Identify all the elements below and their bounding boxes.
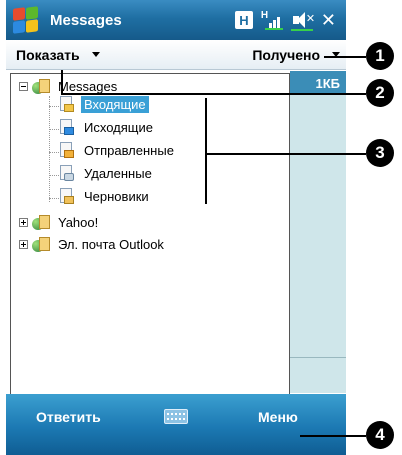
folder-sent[interactable]: Отправленные [59,142,177,159]
expand-icon[interactable] [19,240,28,249]
callout-line-2-vertical [61,70,63,94]
outbox-icon [59,119,75,136]
inbox-icon [59,96,75,113]
sent-items-icon [59,142,75,159]
sort-dropdown-label: Получено [252,46,320,63]
show-dropdown-label: Показать [16,46,80,63]
chevron-down-icon [91,52,100,57]
mail-account-icon [32,236,50,253]
device-screen: Messages H H ✕ ✕ Показать Получено 1КБ M… [6,0,346,455]
close-icon[interactable]: ✕ [321,11,336,29]
keyboard-icon[interactable] [164,409,188,424]
message-list[interactable]: 1КБ [290,71,346,393]
app-title: Messages [50,11,122,29]
folder-label: Удаленные [84,166,152,181]
connection-status-icon[interactable]: H [234,11,253,29]
tree-node-label: Эл. почта Outlook [58,237,164,252]
start-menu-icon[interactable] [12,6,40,34]
signal-strength-icon[interactable]: H [261,10,283,30]
title-bar: Messages H H ✕ ✕ [6,0,346,40]
toolbar: Показать Получено [6,40,346,70]
folder-outbox[interactable]: Исходящие [59,119,156,136]
callout-badge-4: 4 [366,421,394,449]
callout-line-1 [324,56,366,58]
folder-label: Исходящие [84,120,153,135]
folder-inbox[interactable]: Входящие [59,96,149,113]
callout-bracket-3 [205,98,207,204]
folder-deleted[interactable]: Удаленные [59,165,155,182]
expand-icon[interactable] [19,218,28,227]
callout-line-4 [300,435,366,437]
folder-label: Входящие [81,96,149,113]
folder-drafts[interactable]: Черновики [59,188,152,205]
callout-badge-2: 2 [366,79,394,107]
reply-softkey[interactable]: Ответить [36,409,101,425]
mail-account-icon [32,78,50,95]
callout-line-2 [61,93,366,95]
callout-badge-3: 3 [366,139,394,167]
tree-node-outlook[interactable]: Эл. почта Outlook [19,236,167,253]
size-column-header[interactable]: 1КБ [290,71,346,95]
callout-line-3 [205,153,366,155]
message-area: 1КБ Messages Входящие Исходящие Отправле… [6,71,346,399]
volume-muted-icon[interactable]: ✕ [290,11,315,31]
callout-badge-1: 1 [366,42,394,70]
tree-node-yahoo[interactable]: Yahoo! [19,214,101,231]
menu-softkey[interactable]: Меню [258,409,298,425]
show-dropdown[interactable]: Показать [16,47,100,63]
tree-node-label: Yahoo! [58,215,99,230]
trash-icon [59,165,75,182]
folder-label: Черновики [84,189,149,204]
folder-tree[interactable]: Messages Входящие Исходящие Отправленные… [10,73,290,399]
folder-label: Отправленные [84,143,174,158]
collapse-icon[interactable] [19,82,28,91]
sort-dropdown[interactable]: Получено [252,47,340,63]
mail-account-icon [32,214,50,231]
menu-bar: Ответить Меню [6,394,346,455]
drafts-icon [59,188,75,205]
